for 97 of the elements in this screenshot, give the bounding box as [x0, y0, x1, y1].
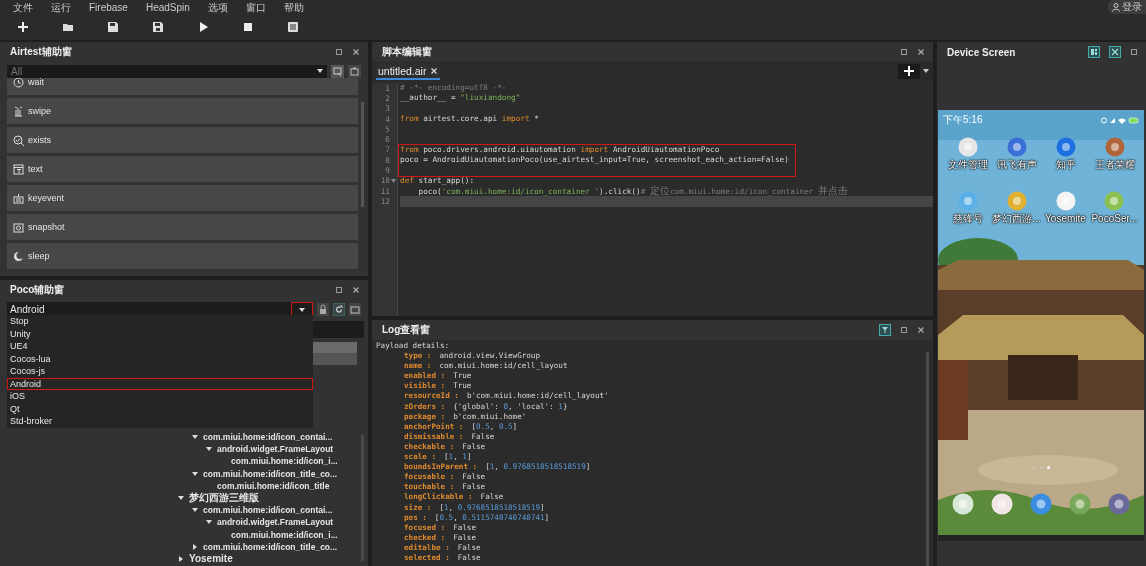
- dropdown-option[interactable]: Android: [7, 377, 313, 390]
- keyevent-icon: [13, 192, 24, 204]
- camera-icon[interactable]: [349, 303, 361, 316]
- menu-item[interactable]: 选项: [207, 0, 228, 14]
- layout-icon[interactable]: [1088, 46, 1100, 58]
- status-time: 下午5:16: [943, 113, 983, 127]
- play-icon[interactable]: [197, 21, 209, 33]
- expanded-arrow-icon[interactable]: [192, 434, 198, 441]
- add-icon[interactable]: [17, 21, 29, 33]
- dropdown-option[interactable]: iOS: [7, 390, 313, 403]
- tree-node[interactable]: com.miui.home:id/icon_title_co...: [203, 541, 338, 552]
- menu-item[interactable]: Firebase: [89, 0, 128, 14]
- sleep-icon: [13, 250, 24, 262]
- tree-node[interactable]: com.miui.home:id/icon_title_co...: [203, 468, 338, 479]
- float-icon[interactable]: [900, 48, 908, 56]
- dropdown-option[interactable]: Unity: [7, 327, 313, 340]
- text-icon: [13, 163, 24, 175]
- camera-icon[interactable]: [348, 64, 361, 78]
- dropdown-option[interactable]: Cocos-lua: [7, 352, 313, 365]
- app-icon[interactable]: [990, 493, 1013, 515]
- action-item[interactable]: sleep: [7, 243, 358, 269]
- menu-item[interactable]: 文件: [13, 0, 33, 14]
- action-item[interactable]: exists: [7, 127, 358, 153]
- app-icon[interactable]: [1069, 493, 1092, 515]
- exists-icon: [13, 134, 24, 146]
- add-icon: [904, 66, 914, 76]
- tree-node[interactable]: com.miui.home:id/icon_contai...: [203, 432, 333, 443]
- menu-item[interactable]: HeadSpin: [145, 0, 190, 14]
- status-icons: [1101, 116, 1139, 124]
- caret-icon[interactable]: [923, 69, 929, 73]
- panel-title: Log查看窗: [382, 323, 431, 337]
- tools-icon[interactable]: [1109, 46, 1121, 58]
- close-icon[interactable]: [917, 48, 925, 56]
- dropdown-option[interactable]: Std-broker: [7, 415, 313, 428]
- float-icon[interactable]: [900, 326, 908, 334]
- tree-node[interactable]: com.miui.home:id/icon_i...: [231, 456, 338, 467]
- float-icon[interactable]: [335, 286, 343, 294]
- tree-node[interactable]: 梦幻西游三维版: [189, 490, 259, 505]
- caret-icon[interactable]: [317, 69, 323, 73]
- log-icon[interactable]: [287, 21, 299, 33]
- close-icon[interactable]: [352, 286, 360, 294]
- dropdown-option[interactable]: Cocos-js: [7, 365, 313, 378]
- action-item[interactable]: text: [7, 156, 358, 182]
- tree-row-highlight: [313, 342, 357, 365]
- panel-title: 脚本编辑窗: [382, 45, 432, 59]
- action-item[interactable]: keyevent: [7, 185, 358, 211]
- app-icon[interactable]: [951, 493, 974, 515]
- caret-icon: [299, 307, 305, 312]
- dropdown-option[interactable]: Stop: [7, 315, 313, 328]
- collapsed-arrow-icon[interactable]: [178, 555, 184, 562]
- user-icon: [1112, 2, 1120, 12]
- tree-node[interactable]: Yosemite: [189, 553, 233, 565]
- collapsed-arrow-icon[interactable]: [192, 543, 198, 550]
- panel-title: Airtest辅助窗: [10, 45, 72, 59]
- stop-icon[interactable]: [242, 21, 254, 33]
- dropdown-option[interactable]: Qt: [7, 402, 313, 415]
- panel-title: Device Screen: [947, 46, 1016, 58]
- dropdown-option[interactable]: UE4: [7, 340, 313, 353]
- expanded-arrow-icon[interactable]: [192, 507, 198, 514]
- action-item[interactable]: swipe: [7, 98, 358, 124]
- close-icon[interactable]: [917, 326, 925, 334]
- menu-item[interactable]: 帮助: [283, 0, 304, 14]
- expanded-arrow-icon[interactable]: [178, 494, 184, 501]
- tree-node[interactable]: android.widget.FrameLayout: [217, 517, 334, 528]
- fold-icon[interactable]: [391, 178, 396, 183]
- close-icon[interactable]: [352, 48, 360, 56]
- action-item[interactable]: wait: [7, 78, 358, 95]
- snapshot-icon: [13, 221, 24, 233]
- tree-node[interactable]: com.miui.home:id/icon_contai...: [203, 505, 333, 516]
- folder-icon[interactable]: [62, 21, 74, 33]
- record-icon[interactable]: [331, 64, 344, 78]
- expanded-arrow-icon[interactable]: [206, 519, 212, 526]
- save-as-icon[interactable]: [152, 21, 164, 33]
- refresh-icon[interactable]: [333, 303, 345, 316]
- filter-icon[interactable]: [879, 324, 891, 336]
- menu-item[interactable]: 窗口: [245, 0, 266, 14]
- float-icon[interactable]: [1130, 48, 1138, 56]
- panel-title: Poco辅助窗: [10, 283, 65, 297]
- swipe-icon: [13, 105, 24, 117]
- tree-node[interactable]: com.miui.home:id/icon_i...: [231, 529, 338, 540]
- app-icon[interactable]: [1108, 493, 1131, 515]
- file-tab[interactable]: untitled.air: [376, 63, 441, 80]
- login-button[interactable]: 登录: [1108, 0, 1146, 14]
- new-file-button[interactable]: [898, 63, 920, 79]
- scrollbar[interactable]: [361, 102, 364, 207]
- expanded-arrow-icon[interactable]: [206, 446, 212, 453]
- tree-node[interactable]: com.miui.home:id/icon_title: [217, 480, 330, 491]
- tree-node[interactable]: android.widget.FrameLayout: [217, 444, 334, 455]
- action-item[interactable]: snapshot: [7, 214, 358, 240]
- expanded-arrow-icon[interactable]: [192, 470, 198, 477]
- save-icon[interactable]: [107, 21, 119, 33]
- menu-item[interactable]: 运行: [51, 0, 71, 14]
- filter-dropdown[interactable]: All: [7, 64, 327, 78]
- wait-icon: [13, 78, 24, 88]
- lock-icon[interactable]: [317, 303, 329, 316]
- float-icon[interactable]: [335, 48, 343, 56]
- page-dot[interactable]: [1046, 466, 1050, 469]
